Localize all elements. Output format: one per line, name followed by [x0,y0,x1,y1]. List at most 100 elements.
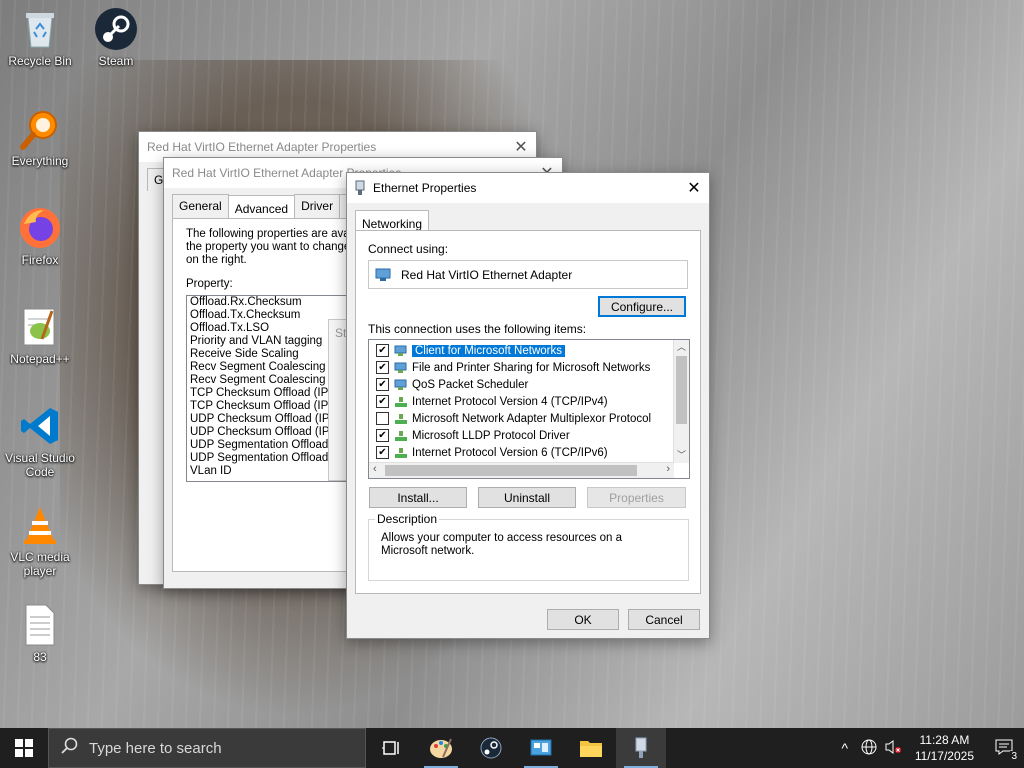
chevron-up-icon[interactable]: ^ [833,740,857,756]
component-label: Microsoft LLDP Protocol Driver [412,429,570,442]
everything-search-icon [17,106,63,152]
vlc-icon [17,502,63,548]
desktop-icon-label: 83 [33,650,47,664]
desktop-icon-label: Notepad++ [10,352,70,366]
desktop-icon-notepad-plus-plus[interactable]: Notepad++ [0,304,80,366]
desktop-icon-label: Recycle Bin [8,54,72,68]
vscode-icon [17,403,63,449]
scroll-left-icon[interactable]: ‹ [373,463,377,475]
connect-using-label: Connect using: [368,242,449,256]
component-list-item[interactable]: ✔ Client for Microsoft Networks [369,342,689,359]
components-list[interactable]: ✔ Client for Microsoft Networks ✔ File and … [368,339,690,479]
network-adapter-icon [635,737,647,758]
protocol-icon [394,413,408,425]
folder-icon [580,741,602,757]
ok-button[interactable]: OK [547,609,619,630]
network-globe-icon[interactable] [857,739,881,758]
desktop-icon-label: VLC media player [10,550,70,578]
description-line: the property you want to change o [186,241,360,253]
window-title: Ethernet Properties [373,181,477,195]
desktop-icon-vlc[interactable]: VLC media player [0,502,80,578]
component-checkbox[interactable]: ✔ [376,395,389,408]
property-label: Property: [186,278,233,290]
tab-advanced[interactable]: Advanced [227,195,296,220]
protocol-icon [394,430,408,442]
component-checkbox[interactable]: ✔ [376,361,389,374]
desktop-icon-vscode[interactable]: Visual Studio Code [0,403,80,479]
component-list-item[interactable]: ✔ Microsoft LLDP Protocol Driver [369,427,689,444]
start-button[interactable] [0,728,48,768]
search-placeholder: Type here to search [89,739,222,757]
ethernet-properties-dialog[interactable]: Ethernet Properties ✕ Networking Connect… [346,172,710,639]
component-checkbox[interactable]: ✔ [376,446,389,459]
clock-date: 11/17/2025 [914,749,974,763]
steam-icon [480,737,502,759]
taskbar-clock[interactable]: 11:28 AM 11/17/2025 [905,732,984,764]
scroll-down-icon[interactable]: ﹀ [674,448,689,461]
component-list-item[interactable]: ✔ QoS Packet Scheduler [369,376,689,393]
configure-button[interactable]: Configure... [598,296,686,317]
scroll-up-icon[interactable]: ︿ [674,340,689,353]
clock-time: 11:28 AM [919,733,970,747]
component-checkbox[interactable]: ✔ [376,344,389,357]
component-list-item[interactable]: ✔ Internet Protocol Version 4 (TCP/IPv4) [369,393,689,410]
scroll-right-icon[interactable]: › [666,463,670,475]
notepad-plus-plus-icon [17,304,63,350]
notification-center-button[interactable]: 3 [984,739,1024,762]
volume-muted-icon[interactable] [881,739,905,758]
desktop-icon-steam[interactable]: Steam [76,6,156,68]
text-file-icon [17,602,63,648]
recycle-bin-icon [17,6,63,52]
desktop-icon-file-83[interactable]: 83 [0,602,80,664]
network-client-icon [394,345,408,357]
component-label: QoS Packet Scheduler [412,378,529,391]
uninstall-button[interactable]: Uninstall [478,487,576,508]
taskbar: Type here to search ^ 11:28 AM 11/17/202… [0,728,1024,768]
scroll-thumb[interactable] [676,356,687,424]
adapter-name: Red Hat VirtIO Ethernet Adapter [401,267,573,282]
component-label: Client for Microsoft Networks [411,343,566,358]
component-checkbox[interactable]: ✔ [376,378,389,391]
close-icon[interactable]: ✕ [679,178,709,198]
taskbar-steam-app[interactable] [466,728,516,768]
adapter-field: Red Hat VirtIO Ethernet Adapter [368,260,688,289]
taskbar-paint-app[interactable] [416,728,466,768]
taskbar-file-explorer-app[interactable] [566,728,616,768]
desktop-icon-everything[interactable]: Everything [0,106,80,168]
desktop-icon-label: Firefox [21,253,59,267]
taskbar-network-connections-app[interactable] [616,728,666,768]
desktop-icon-firefox[interactable]: Firefox [0,205,80,267]
component-checkbox[interactable]: ✔ [376,429,389,442]
network-adapter-icon [375,268,393,282]
desktop-icon-label: Visual Studio Code [5,451,75,479]
close-icon[interactable]: ✕ [506,137,536,157]
desktop-icon-recycle-bin[interactable]: Recycle Bin [0,6,80,68]
taskbar-search-box[interactable]: Type here to search [48,728,366,768]
firefox-icon [17,205,63,251]
scroll-h-thumb[interactable] [385,465,637,476]
title-bar[interactable]: Ethernet Properties ✕ [347,173,709,203]
vertical-scrollbar[interactable]: ︿ ﹀ [673,340,689,463]
paint-palette-icon [430,738,452,758]
component-list-item[interactable]: ✔ File and Printer Sharing for Microsoft … [369,359,689,376]
component-list-item[interactable]: Microsoft Network Adapter Multiplexor Pr… [369,410,689,427]
component-checkbox[interactable] [376,412,389,425]
cancel-button[interactable]: Cancel [628,609,700,630]
advanced-description: The following properties are availa the … [186,228,361,267]
description-text: Allows your computer to access resources… [381,532,622,557]
protocol-icon [394,447,408,459]
task-view-button[interactable] [366,728,416,768]
taskbar-control-panel-app[interactable] [516,728,566,768]
item-properties-button[interactable]: Properties [587,487,686,508]
value-frame-label: St [335,326,347,340]
install-button[interactable]: Install... [369,487,467,508]
items-label: This connection uses the following items… [368,322,587,336]
tab-general[interactable]: General [172,194,229,219]
property-list-item[interactable]: Offload.Rx.Checksum [187,296,357,309]
component-label: Internet Protocol Version 4 (TCP/IPv4) [412,395,608,408]
component-list-item[interactable]: ✔ Internet Protocol Version 6 (TCP/IPv6) [369,444,689,461]
windows-logo-icon [15,739,33,757]
horizontal-scrollbar[interactable]: ‹ › [369,462,674,478]
component-label: Microsoft Network Adapter Multiplexor Pr… [412,412,652,425]
tab-driver[interactable]: Driver [294,194,341,219]
